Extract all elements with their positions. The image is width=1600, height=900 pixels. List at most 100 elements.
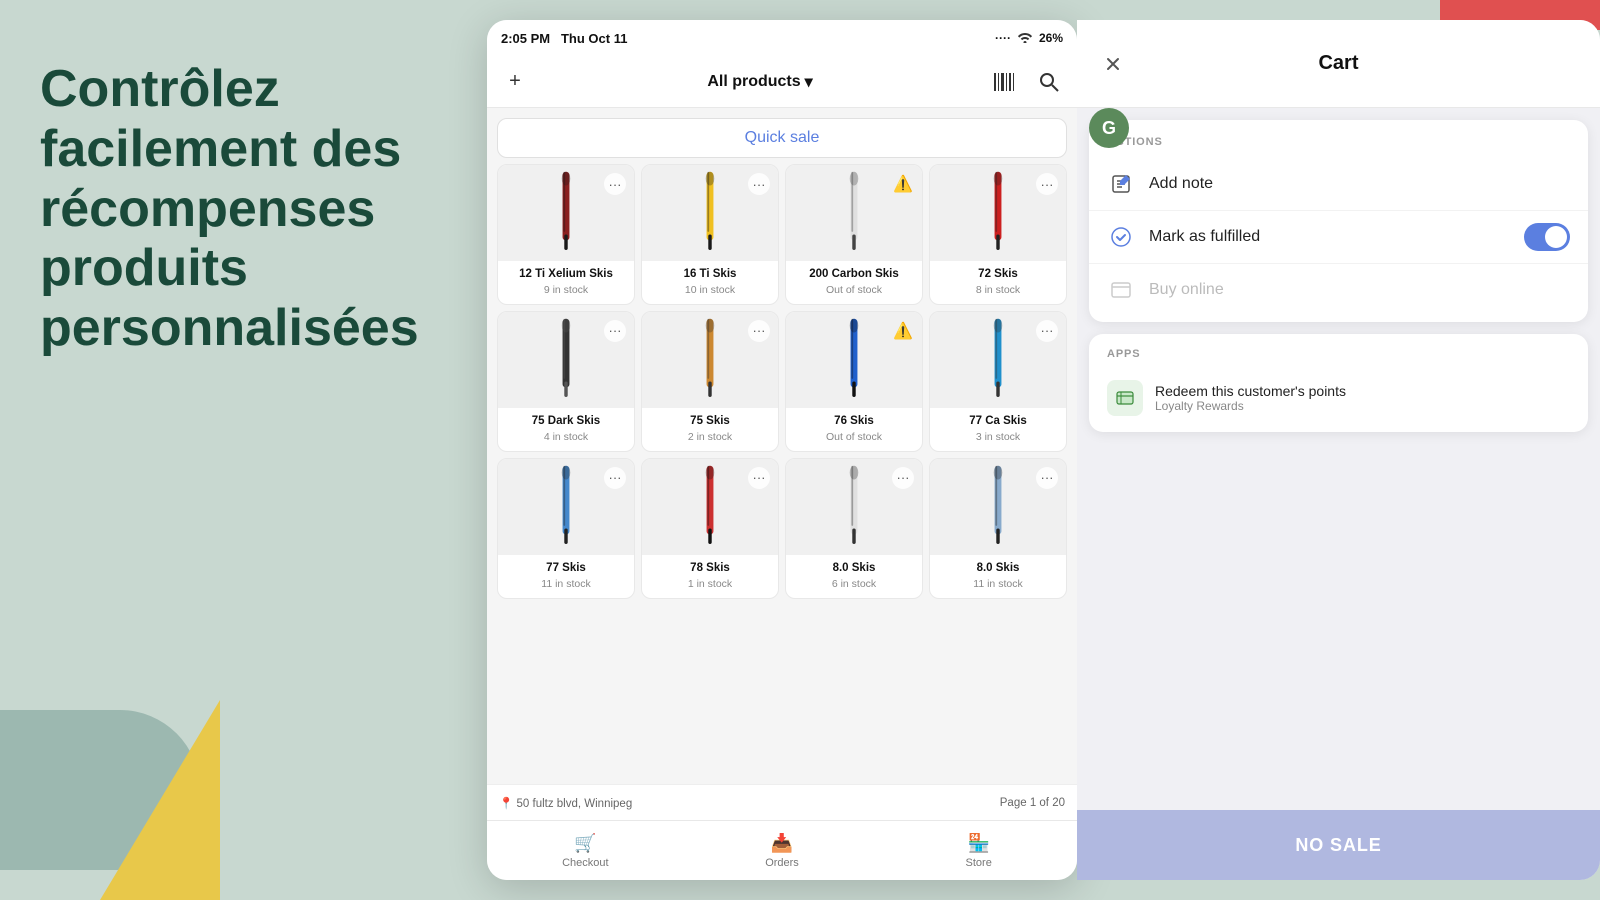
product-card[interactable]: ⚠️ 76 Skis Out of stock <box>785 311 923 452</box>
product-image: ··· <box>930 312 1066 408</box>
product-stock: 9 in stock <box>506 284 626 296</box>
product-stock: Out of stock <box>794 284 914 296</box>
product-info: 8.0 Skis 6 in stock <box>786 555 922 598</box>
more-options-button[interactable]: ··· <box>892 467 914 489</box>
product-name: 77 Skis <box>506 561 626 576</box>
product-card[interactable]: ··· 16 Ti Skis 10 in stock <box>641 164 779 305</box>
product-info: 77 Skis 11 in stock <box>498 555 634 598</box>
status-icons: ···· 26% <box>995 31 1063 46</box>
product-stock: 6 in stock <box>794 578 914 590</box>
product-card[interactable]: ··· 75 Dark Skis 4 in stock <box>497 311 635 452</box>
product-card[interactable]: ··· 72 Skis 8 in stock <box>929 164 1067 305</box>
more-options-button[interactable]: ··· <box>604 320 626 342</box>
product-image: ··· <box>642 312 778 408</box>
cart-panel: Cart G ACTIONS Add note Mark as fulfille… <box>1077 20 1600 880</box>
add-note-icon <box>1107 170 1135 198</box>
more-options-button[interactable]: ··· <box>604 467 626 489</box>
product-card[interactable]: ··· 8.0 Skis 6 in stock <box>785 458 923 599</box>
out-of-stock-icon: ⚠️ <box>892 320 914 342</box>
actions-panel: ACTIONS Add note Mark as fulfilled Buy o… <box>1089 120 1588 322</box>
product-info: 8.0 Skis 11 in stock <box>930 555 1066 598</box>
actions-section-title: ACTIONS <box>1089 136 1588 158</box>
product-stock: 11 in stock <box>938 578 1058 590</box>
checkout-icon: 🛒 <box>574 833 596 854</box>
quick-sale-button[interactable]: Quick sale <box>497 118 1067 158</box>
product-card[interactable]: ··· 8.0 Skis 11 in stock <box>929 458 1067 599</box>
background-left: Contrôlez facilement des récompenses pro… <box>0 0 490 900</box>
battery-icon: 26% <box>1039 31 1063 45</box>
barcode-button[interactable] <box>991 68 1019 96</box>
loyalty-rewards-icon <box>1107 380 1143 416</box>
mark-fulfilled-icon <box>1107 223 1135 251</box>
filter-label: All products <box>707 73 800 91</box>
mark-fulfilled-action[interactable]: Mark as fulfilled <box>1089 211 1588 264</box>
product-image: ··· <box>642 459 778 555</box>
apps-section-title: APPS <box>1089 348 1588 370</box>
product-card[interactable]: ⚠️ 200 Carbon Skis Out of stock <box>785 164 923 305</box>
product-name: 16 Ti Skis <box>650 267 770 282</box>
product-name: 200 Carbon Skis <box>794 267 914 282</box>
product-image: ··· <box>930 459 1066 555</box>
wifi-icon <box>1017 31 1033 46</box>
app-header: + All products ▾ <box>487 56 1077 108</box>
product-stock: 10 in stock <box>650 284 770 296</box>
tab-store[interactable]: 🏪Store <box>880 833 1077 869</box>
more-options-button[interactable]: ··· <box>1036 173 1058 195</box>
store-icon: 🏪 <box>967 833 989 854</box>
product-name: 75 Skis <box>650 414 770 429</box>
buy-online-icon <box>1107 276 1135 304</box>
product-name: 8.0 Skis <box>938 561 1058 576</box>
product-info: 12 Ti Xelium Skis 9 in stock <box>498 261 634 304</box>
more-options-button[interactable]: ··· <box>1036 467 1058 489</box>
fulfilled-toggle[interactable] <box>1524 223 1570 251</box>
footer-bar: 📍 50 fultz blvd, Winnipeg Page 1 of 20 <box>487 784 1077 820</box>
product-image: ··· <box>786 459 922 555</box>
checkout-label: Checkout <box>562 857 608 869</box>
loyalty-app-name: Redeem this customer's points <box>1155 383 1570 399</box>
product-card[interactable]: ··· 75 Skis 2 in stock <box>641 311 779 452</box>
product-stock: 11 in stock <box>506 578 626 590</box>
signal-icon: ···· <box>995 31 1011 45</box>
product-stock: 3 in stock <box>938 431 1058 443</box>
add-note-action[interactable]: Add note <box>1089 158 1588 211</box>
toggle-knob <box>1545 226 1567 248</box>
product-name: 77 Ca Skis <box>938 414 1058 429</box>
more-options-button[interactable]: ··· <box>748 173 770 195</box>
more-options-button[interactable]: ··· <box>604 173 626 195</box>
product-name: 78 Skis <box>650 561 770 576</box>
tab-orders[interactable]: 📥Orders <box>684 833 881 869</box>
tablet-frame: 2:05 PM Thu Oct 11 ···· 26% + All produc… <box>487 20 1077 880</box>
apps-section: APPS Redeem this customer's points Loyal… <box>1089 334 1588 432</box>
cart-title: Cart <box>1318 52 1358 75</box>
no-sale-button[interactable]: NO SALE <box>1077 810 1600 880</box>
customer-avatar: G <box>1089 108 1129 148</box>
page-label: Page 1 of 20 <box>1000 797 1065 809</box>
product-card[interactable]: ··· 78 Skis 1 in stock <box>641 458 779 599</box>
cart-header: Cart <box>1077 20 1600 108</box>
product-image: ⚠️ <box>786 312 922 408</box>
tab-checkout[interactable]: 🛒 Checkout <box>487 833 684 869</box>
more-options-button[interactable]: ··· <box>748 467 770 489</box>
products-grid: ··· 12 Ti Xelium Skis 9 in stock ··· 16 … <box>487 164 1077 599</box>
bottom-tabs: 🛒 Checkout 📥Orders🏪Store <box>487 820 1077 880</box>
product-card[interactable]: ··· 12 Ti Xelium Skis 9 in stock <box>497 164 635 305</box>
product-name: 76 Skis <box>794 414 914 429</box>
product-name: 75 Dark Skis <box>506 414 626 429</box>
decorative-triangle <box>100 700 220 900</box>
add-button[interactable]: + <box>501 68 529 96</box>
product-image: ··· <box>498 459 634 555</box>
product-stock: Out of stock <box>794 431 914 443</box>
more-options-button[interactable]: ··· <box>1036 320 1058 342</box>
product-image: ··· <box>930 165 1066 261</box>
loyalty-app-sub: Loyalty Rewards <box>1155 399 1570 413</box>
product-card[interactable]: ··· 77 Skis 11 in stock <box>497 458 635 599</box>
buy-online-action[interactable]: Buy online <box>1089 264 1588 316</box>
out-of-stock-icon: ⚠️ <box>892 173 914 195</box>
more-options-button[interactable]: ··· <box>748 320 770 342</box>
search-button[interactable] <box>1035 68 1063 96</box>
product-filter[interactable]: All products ▾ <box>707 72 812 92</box>
product-card[interactable]: ··· 77 Ca Skis 3 in stock <box>929 311 1067 452</box>
loyalty-rewards-app[interactable]: Redeem this customer's points Loyalty Re… <box>1089 370 1588 426</box>
delete-button[interactable] <box>1095 46 1131 82</box>
header-actions <box>991 68 1063 96</box>
